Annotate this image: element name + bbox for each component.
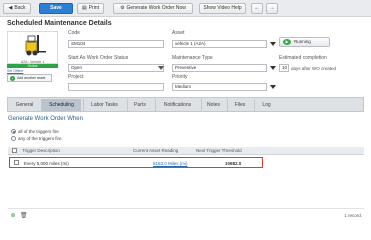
save-button[interactable]: Save bbox=[39, 3, 73, 14]
tab-general[interactable]: General bbox=[10, 99, 39, 111]
delete-icon[interactable]: 🗑 bbox=[20, 213, 28, 219]
tab-notifications[interactable]: Notifications bbox=[155, 99, 199, 111]
row-checkbox[interactable] bbox=[14, 160, 19, 165]
radio-all-label: all of the triggers fire bbox=[18, 129, 59, 134]
chevron-down-icon[interactable] bbox=[270, 66, 276, 70]
tab-scheduling[interactable]: Scheduling bbox=[41, 99, 81, 111]
page-title: Scheduled Maintenance Details bbox=[7, 20, 112, 27]
arrow-right-icon: → bbox=[269, 5, 275, 11]
tab-labor-tasks[interactable]: Labor Tasks bbox=[83, 99, 125, 111]
status-label: Start As Work Order Status bbox=[68, 55, 129, 61]
video-help-button[interactable]: Show Video Help bbox=[199, 3, 246, 14]
estimated-days-suffix: days after WO created bbox=[291, 66, 337, 71]
chevron-down-icon[interactable] bbox=[270, 42, 276, 46]
back-button[interactable]: ◀ Back bbox=[3, 3, 31, 14]
print-icon: ▤ bbox=[81, 5, 87, 11]
back-icon: ◀ bbox=[8, 5, 13, 11]
maintenance-type-label: Maintenance Type bbox=[172, 55, 213, 61]
record-count: 1 record. bbox=[344, 213, 362, 218]
chevron-down-icon[interactable] bbox=[270, 85, 276, 89]
add-icon: + bbox=[10, 76, 15, 81]
arrow-left-icon: ← bbox=[254, 5, 260, 11]
status-select[interactable]: Open bbox=[68, 64, 164, 72]
generate-work-order-button[interactable]: ⚙ Generate Work Order Now bbox=[113, 3, 193, 14]
asset-field[interactable]: vehicle 1 (A2A) bbox=[172, 40, 267, 48]
generate-when-title: Generate Work Order When bbox=[8, 116, 83, 122]
column-header-description[interactable]: Trigger Description bbox=[22, 148, 60, 153]
radio-any-triggers[interactable] bbox=[11, 136, 16, 141]
estimated-completion-label: Estimated completion bbox=[279, 55, 327, 61]
toolbar: ◀ Back Save ▤ Print ⚙ Generate Work Orde… bbox=[0, 0, 371, 17]
previous-button[interactable]: ← bbox=[251, 3, 263, 14]
select-all-checkbox[interactable] bbox=[12, 148, 17, 153]
tab-notes[interactable]: Notes bbox=[201, 99, 225, 111]
project-label: Project bbox=[68, 74, 84, 80]
set-offline-link[interactable]: Set Offline bbox=[7, 69, 23, 73]
print-button[interactable]: ▤ Print bbox=[77, 3, 104, 14]
status-badge: Online bbox=[7, 64, 58, 68]
chevron-down-icon[interactable] bbox=[158, 66, 164, 70]
forklift-icon bbox=[25, 35, 46, 56]
maintenance-type-select[interactable]: Preventive bbox=[172, 64, 267, 72]
column-header-next-threshold[interactable]: Next Trigger Threshold bbox=[196, 148, 242, 153]
radio-any-label: any of the triggers fire bbox=[18, 136, 62, 141]
add-asset-button[interactable]: + Add another asset bbox=[7, 74, 52, 82]
table-footer: ⊕ 🗑 1 record. bbox=[8, 208, 364, 220]
trigger-table-header: Trigger Description Current Asset Readin… bbox=[8, 147, 364, 155]
radio-all-triggers[interactable] bbox=[11, 129, 16, 134]
current-reading-link[interactable]: 8183.0 Miles (mi) bbox=[153, 161, 188, 166]
estimated-days-field[interactable]: 10 bbox=[279, 64, 289, 72]
project-field[interactable] bbox=[68, 83, 164, 91]
priority-label: Priority bbox=[172, 74, 188, 80]
tab-parts[interactable]: Parts bbox=[127, 99, 152, 111]
asset-label: Asset bbox=[172, 30, 185, 36]
tab-files[interactable]: Files bbox=[227, 99, 252, 111]
tab-log[interactable]: Log bbox=[254, 99, 278, 111]
add-icon[interactable]: ⊕ bbox=[10, 213, 16, 219]
next-button[interactable]: → bbox=[266, 3, 278, 14]
next-threshold: 10682.0 bbox=[225, 161, 242, 166]
play-icon: ▶ bbox=[283, 39, 291, 45]
gear-icon: ⚙ bbox=[120, 5, 125, 11]
tab-bar: General Scheduling Labor Tasks Parts Not… bbox=[7, 97, 364, 112]
code-label: Code bbox=[68, 30, 80, 36]
running-button[interactable]: ▶ Running bbox=[279, 37, 330, 47]
column-header-current-reading[interactable]: Current Asset Reading bbox=[133, 148, 178, 153]
code-field[interactable]: SM104 bbox=[68, 40, 164, 48]
trigger-description: Every 5,000 miles (mi) bbox=[24, 161, 69, 166]
priority-select[interactable]: Medium bbox=[172, 83, 267, 91]
table-row[interactable]: Every 5,000 miles (mi) 8183.0 Miles (mi)… bbox=[9, 157, 263, 168]
